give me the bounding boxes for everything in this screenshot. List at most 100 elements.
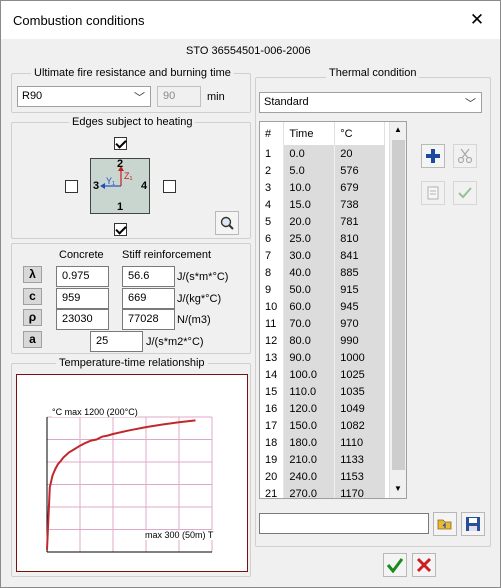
table-row[interactable]: 12 80.0 990 bbox=[260, 332, 385, 349]
cell-temperature: 970 bbox=[334, 315, 385, 332]
cell-number: 4 bbox=[260, 196, 285, 213]
check-icon bbox=[458, 187, 472, 199]
z-axis-label: Z₁ bbox=[124, 171, 133, 181]
cell-time: 70.0 bbox=[283, 315, 336, 332]
cell-number: 5 bbox=[260, 213, 285, 230]
magnifier-icon bbox=[220, 216, 234, 230]
combustion-dialog: Combustion conditions ✕ STO 36554501-006… bbox=[0, 0, 501, 588]
table-row[interactable]: 8 40.0 885 bbox=[260, 264, 385, 281]
standard-label: STO 36554501-006-2006 bbox=[186, 45, 311, 57]
alpha-input[interactable]: 25 bbox=[90, 331, 143, 352]
chart-ylabel: °C max 1200 (200°C) bbox=[52, 407, 138, 417]
table-row[interactable]: 21 270.0 1170 bbox=[260, 485, 385, 498]
import-row-button[interactable] bbox=[421, 181, 445, 205]
edge-label-top: 2 bbox=[117, 158, 124, 170]
concrete-rho-input[interactable]: 23030 bbox=[56, 309, 109, 330]
table-row[interactable]: 2 5.0 576 bbox=[260, 162, 385, 179]
edges-legend: Edges subject to heating bbox=[69, 116, 196, 128]
table-row[interactable]: 10 60.0 945 bbox=[260, 298, 385, 315]
cell-temperature: 1049 bbox=[334, 400, 385, 417]
cell-temperature: 810 bbox=[334, 230, 385, 247]
table-row[interactable]: 20 240.0 1153 bbox=[260, 468, 385, 485]
cell-number: 15 bbox=[260, 383, 285, 400]
scroll-up-icon[interactable]: ▲ bbox=[394, 125, 402, 134]
chart-legend: Temperature-time relationship bbox=[56, 357, 208, 369]
edge-bottom-checkbox[interactable] bbox=[114, 223, 127, 236]
ok-button[interactable] bbox=[383, 553, 407, 577]
header-number: # bbox=[260, 122, 285, 145]
minutes-input[interactable]: 90 bbox=[157, 86, 201, 107]
table-row[interactable]: 6 25.0 810 bbox=[260, 230, 385, 247]
save-file-button[interactable] bbox=[461, 512, 485, 536]
scroll-thumb[interactable] bbox=[392, 140, 405, 470]
table-row[interactable]: 9 50.0 915 bbox=[260, 281, 385, 298]
cell-time: 150.0 bbox=[283, 417, 336, 434]
reinforcement-c-input[interactable]: 669 bbox=[122, 288, 175, 309]
fire-resistance-select[interactable]: R90 ﹀ bbox=[17, 86, 151, 107]
cell-time: 180.0 bbox=[283, 434, 336, 451]
cell-time: 30.0 bbox=[283, 247, 336, 264]
cell-temperature: 738 bbox=[334, 196, 385, 213]
cut-button[interactable] bbox=[453, 144, 477, 168]
table-scrollbar[interactable]: ▲ ▼ bbox=[389, 122, 406, 498]
alpha-unit: J/(s*m2*°C) bbox=[146, 336, 204, 348]
edge-left-checkbox[interactable] bbox=[65, 180, 78, 193]
close-button[interactable]: ✕ bbox=[464, 8, 490, 32]
cell-temperature: 1133 bbox=[334, 451, 385, 468]
header-temperature: °C bbox=[334, 122, 385, 145]
scissors-icon bbox=[457, 148, 473, 164]
table-row[interactable]: 16 120.0 1049 bbox=[260, 400, 385, 417]
concrete-header: Concrete bbox=[59, 249, 104, 261]
table-row[interactable]: 19 210.0 1133 bbox=[260, 451, 385, 468]
cell-number: 17 bbox=[260, 417, 285, 434]
table-row[interactable]: 5 20.0 781 bbox=[260, 213, 385, 230]
c-unit: J/(kg*°C) bbox=[177, 293, 222, 305]
table-row[interactable]: 18 180.0 1110 bbox=[260, 434, 385, 451]
table-row[interactable]: 3 10.0 679 bbox=[260, 179, 385, 196]
cell-number: 8 bbox=[260, 264, 285, 281]
reinforcement-lambda-input[interactable]: 56.6 bbox=[122, 266, 175, 287]
zoom-button[interactable] bbox=[215, 211, 239, 235]
table-row[interactable]: 17 150.0 1082 bbox=[260, 417, 385, 434]
table-row[interactable]: 7 30.0 841 bbox=[260, 247, 385, 264]
fire-resistance-selected: R90 bbox=[22, 90, 43, 102]
cell-time: 0.0 bbox=[283, 145, 336, 162]
edge-top-checkbox[interactable] bbox=[114, 137, 127, 150]
cancel-button[interactable] bbox=[412, 553, 436, 577]
thermal-table[interactable]: # Time °C 1 0.0 20 2 5.0 576 3 10.0 679 4 15.0 738 5… bbox=[259, 121, 407, 499]
reinforcement-rho-input[interactable]: 77028 bbox=[122, 309, 175, 330]
thermal-legend: Thermal condition bbox=[326, 67, 420, 79]
cell-temperature: 841 bbox=[334, 247, 385, 264]
table-row[interactable]: 1 0.0 20 bbox=[260, 145, 385, 162]
thermal-select[interactable]: Standard ﹀ bbox=[259, 92, 482, 113]
concrete-c-input[interactable]: 959 bbox=[56, 288, 109, 309]
table-row[interactable]: 4 15.0 738 bbox=[260, 196, 385, 213]
edge-right-checkbox[interactable] bbox=[163, 180, 176, 193]
file-path-input[interactable] bbox=[259, 513, 429, 534]
alpha-symbol: a bbox=[23, 331, 42, 348]
document-icon bbox=[427, 186, 439, 200]
cell-temperature: 1170 bbox=[334, 485, 385, 498]
cell-number: 2 bbox=[260, 162, 285, 179]
cell-time: 25.0 bbox=[283, 230, 336, 247]
cell-temperature: 990 bbox=[334, 332, 385, 349]
add-row-button[interactable] bbox=[421, 144, 445, 168]
cell-temperature: 1082 bbox=[334, 417, 385, 434]
cell-time: 15.0 bbox=[283, 196, 336, 213]
apply-row-button[interactable] bbox=[453, 181, 477, 205]
fire-resistance-legend: Ultimate fire resistance and burning tim… bbox=[31, 67, 234, 79]
scroll-down-icon[interactable]: ▼ bbox=[394, 484, 402, 493]
table-row[interactable]: 15 110.0 1035 bbox=[260, 383, 385, 400]
table-row[interactable]: 11 70.0 970 bbox=[260, 315, 385, 332]
reinforcement-header: Stiff reinforcement bbox=[122, 249, 212, 261]
table-row[interactable]: 14 100.0 1025 bbox=[260, 366, 385, 383]
open-file-button[interactable] bbox=[433, 512, 457, 536]
cell-temperature: 1025 bbox=[334, 366, 385, 383]
chart-area: °C max 1200 (200°C) max 300 (50m) T bbox=[16, 374, 248, 572]
cell-number: 10 bbox=[260, 298, 285, 315]
cell-time: 120.0 bbox=[283, 400, 336, 417]
table-row[interactable]: 13 90.0 1000 bbox=[260, 349, 385, 366]
cell-time: 240.0 bbox=[283, 468, 336, 485]
edge-label-right: 4 bbox=[141, 180, 148, 192]
concrete-lambda-input[interactable]: 0.975 bbox=[56, 266, 109, 287]
